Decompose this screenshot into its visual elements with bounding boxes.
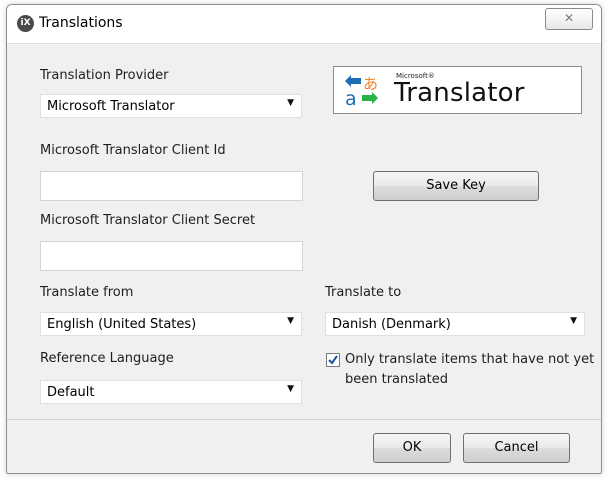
svg-text:a: a: [345, 88, 357, 108]
translate-to-label: Translate to: [325, 285, 402, 300]
svg-text:あ: あ: [363, 75, 378, 93]
translate-from-label: Translate from: [40, 285, 134, 300]
translate-to-dropdown[interactable]: Danish (Denmark) ▼: [325, 312, 585, 336]
checkmark-icon: [328, 355, 338, 365]
translation-provider-label: Translation Provider: [40, 68, 169, 83]
save-key-button[interactable]: Save Key: [373, 171, 539, 201]
client-id-label: Microsoft Translator Client Id: [40, 143, 226, 158]
chevron-down-icon: ▼: [287, 384, 294, 394]
translate-from-dropdown[interactable]: English (United States) ▼: [40, 312, 302, 336]
close-icon: ✕: [563, 11, 575, 25]
ok-button[interactable]: OK: [373, 433, 451, 463]
translate-to-value: Danish (Denmark): [332, 317, 451, 332]
dialog-footer: OK Cancel: [7, 419, 601, 473]
chevron-down-icon: ▼: [570, 316, 577, 326]
dialog-content: Translation Provider Microsoft Translato…: [7, 44, 601, 419]
translator-logo-icon: あ a: [345, 75, 378, 108]
translations-dialog: iX Translations ✕ Translation Provider M…: [6, 4, 602, 474]
translate-from-value: English (United States): [47, 317, 197, 332]
translation-provider-value: Microsoft Translator: [47, 99, 175, 114]
translation-provider-dropdown[interactable]: Microsoft Translator ▼: [40, 94, 302, 118]
reference-language-dropdown[interactable]: Default ▼: [40, 380, 302, 404]
client-id-input[interactable]: [40, 171, 303, 201]
reference-language-value: Default: [47, 385, 95, 400]
cancel-button[interactable]: Cancel: [463, 433, 570, 463]
reference-language-label: Reference Language: [40, 351, 174, 366]
chevron-down-icon: ▼: [287, 98, 294, 108]
only-untranslated-label[interactable]: Only translate items that have not yet b…: [345, 350, 595, 390]
client-secret-input[interactable]: [40, 241, 303, 271]
only-untranslated-checkbox[interactable]: [326, 353, 340, 367]
close-button[interactable]: ✕: [545, 8, 593, 30]
chevron-down-icon: ▼: [287, 316, 294, 326]
client-secret-label: Microsoft Translator Client Secret: [40, 213, 256, 228]
app-icon: iX: [17, 15, 34, 32]
title-bar: iX Translations ✕: [7, 5, 601, 44]
logo-translator-text: Translator: [394, 78, 525, 108]
window-title: Translations: [39, 15, 123, 31]
microsoft-translator-logo: あ a Microsoft® Translator: [333, 66, 582, 114]
